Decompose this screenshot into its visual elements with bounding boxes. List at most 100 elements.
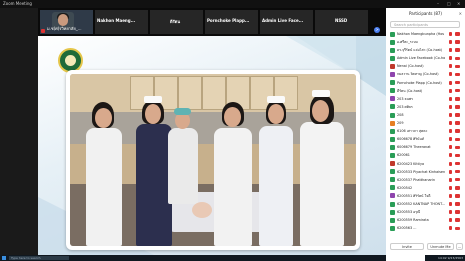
participants-footer: Invite Unmute Me ... — [386, 240, 465, 254]
muted-mic-icon — [449, 137, 452, 142]
participant-row[interactable]: 6200552 KANTNAP THONT... — [386, 200, 465, 208]
participant-row[interactable]: 203 ศศิธร — [386, 103, 465, 111]
participant-name: 208 — [397, 112, 404, 117]
video-off-icon — [455, 32, 460, 36]
muted-mic-icon — [449, 177, 452, 182]
muted-mic-icon — [449, 80, 452, 85]
participants-list[interactable]: Nakhon Maengbunpha (Hos อ.ศรีตะ_ระบบ ดร.จุ… — [386, 30, 465, 240]
video-off-icon — [455, 48, 460, 52]
muted-mic-icon — [41, 29, 45, 33]
participants-title: Participants (87) — [409, 11, 442, 16]
maximize-button[interactable]: □ — [447, 0, 451, 8]
participant-row[interactable]: 6200551 ศิริรัตน์ ใจดี — [386, 192, 465, 200]
participant-avatar — [390, 201, 395, 207]
video-tile-active-speaker[interactable]: ม.ช(ศ)รวิทยาลัย_... — [40, 10, 93, 34]
participant-avatar — [390, 55, 395, 61]
participant-avatar — [390, 80, 395, 86]
participant-row[interactable]: Nakhon Maengbunpha (Hos — [386, 30, 465, 38]
participant-avatar — [390, 217, 395, 223]
video-tile[interactable]: NSSD — [315, 10, 368, 34]
taskbar-search-input[interactable]: Type here to search — [9, 256, 69, 260]
participant-name: 6006679 Theeranat — [397, 145, 431, 150]
participants-search-input[interactable]: Search participants — [390, 21, 460, 28]
video-off-icon — [455, 177, 460, 182]
participant-name: 620061 — [397, 153, 410, 158]
participant-avatar — [390, 144, 395, 150]
start-icon[interactable] — [2, 256, 6, 260]
muted-mic-icon — [449, 112, 452, 117]
participant-avatar — [390, 88, 395, 94]
participant-row[interactable]: Admin Live Facebook (Co-host) — [386, 54, 465, 62]
participant-row[interactable]: 6200537 Phatthanarin — [386, 176, 465, 184]
video-tile[interactable]: ดีรัตน — [150, 10, 203, 34]
video-off-icon — [455, 137, 460, 142]
video-off-icon — [455, 121, 460, 125]
muted-mic-icon — [449, 210, 452, 215]
participant-avatar — [390, 209, 395, 215]
muted-mic-icon — [449, 193, 452, 198]
video-tile-name: NSSD — [335, 18, 348, 23]
participant-row[interactable]: 6200542 — [386, 184, 465, 192]
participant-avatar — [390, 161, 395, 167]
participant-row[interactable]: 6106 เสาวภา สุคคะ — [386, 127, 465, 135]
taskbar-clock: 14:02 9/23/2563 — [425, 255, 465, 261]
participant-name: Nakhon Maengbunpha (Hos — [397, 32, 445, 36]
participant-row[interactable]: 6200553 อรุณี — [386, 208, 465, 216]
participant-row[interactable]: 6006679 Theeranat — [386, 143, 465, 151]
participant-name: 6106 เสาวภา สุคคะ — [397, 129, 428, 134]
more-options-button[interactable]: ... — [456, 243, 463, 250]
participant-row[interactable]: อ.ศรีตะ_ระบบ — [386, 38, 465, 46]
participant-avatar — [390, 47, 395, 53]
close-button[interactable]: ✕ — [457, 0, 460, 8]
participant-row[interactable]: ดีรัตน (Co-host) — [386, 87, 465, 95]
muted-mic-icon — [449, 72, 452, 77]
participant-row[interactable]: กมลวาน จิตหาญ (Co-host) — [386, 70, 465, 78]
video-off-icon — [455, 210, 460, 214]
close-panel-icon[interactable]: ✕ — [459, 8, 462, 20]
muted-mic-icon — [449, 145, 452, 150]
participant-row[interactable]: Nenai (Co-host) — [386, 62, 465, 70]
participant-row[interactable]: 6200423 Kittiya — [386, 160, 465, 168]
gallery-next-button[interactable]: > — [374, 27, 380, 33]
video-off-icon — [455, 202, 460, 206]
window-title: Zoom Meeting — [3, 1, 32, 6]
minimize-button[interactable]: – — [437, 0, 439, 8]
participant-name: 203 ธนพร — [397, 96, 413, 101]
participant-row[interactable]: Pornchoke Plapp (Co-host) — [386, 79, 465, 87]
participant-avatar — [390, 136, 395, 142]
participant-row[interactable]: 620061 — [386, 151, 465, 159]
video-off-icon — [455, 72, 460, 77]
video-off-icon — [455, 64, 460, 69]
video-tile[interactable]: Nakhon Maeng... — [95, 10, 148, 34]
participant-row[interactable]: 208 — [386, 111, 465, 119]
participant-avatar — [390, 120, 395, 126]
participant-name: 6200537 Phatthanarin — [397, 177, 436, 182]
video-tile[interactable]: Admin Live Face... — [260, 10, 313, 34]
participant-name: กมลวาน จิตหาญ (Co-host) — [397, 72, 439, 77]
unmute-me-button[interactable]: Unmute Me — [427, 243, 454, 250]
invite-button[interactable]: Invite — [390, 243, 424, 250]
participant-row[interactable]: 209 — [386, 119, 465, 127]
video-off-icon — [455, 153, 460, 158]
participants-panel: Participants (87) ✕ Search participants … — [386, 8, 465, 261]
participant-avatar — [390, 31, 395, 37]
muted-mic-icon — [449, 88, 452, 93]
video-tile-name: Admin Live Face... — [262, 18, 304, 23]
video-tile[interactable]: Pornchoke Plapp... — [205, 10, 258, 34]
muted-mic-icon — [449, 40, 452, 45]
muted-mic-icon — [449, 56, 452, 61]
participant-row[interactable]: 203 ธนพร — [386, 95, 465, 103]
participant-avatar — [390, 104, 395, 110]
video-off-icon — [455, 145, 460, 150]
video-off-icon — [455, 169, 460, 174]
participant-name: 209 — [397, 121, 404, 126]
video-off-icon — [455, 80, 460, 85]
participant-row[interactable]: 6200559 Ramirata — [386, 216, 465, 224]
participant-row[interactable]: 6006678 ศิรินันท์ — [386, 135, 465, 143]
participant-row[interactable]: 6200563 ... — [386, 224, 465, 232]
muted-mic-icon — [449, 185, 452, 190]
video-off-icon — [455, 40, 460, 44]
participant-row[interactable]: ดร.จุรีรัตน์ แจ่มไสว (Co-host) — [386, 46, 465, 54]
participant-row[interactable]: 6200533 Piyachat Kinhaisen — [386, 168, 465, 176]
muted-mic-icon — [449, 218, 452, 223]
